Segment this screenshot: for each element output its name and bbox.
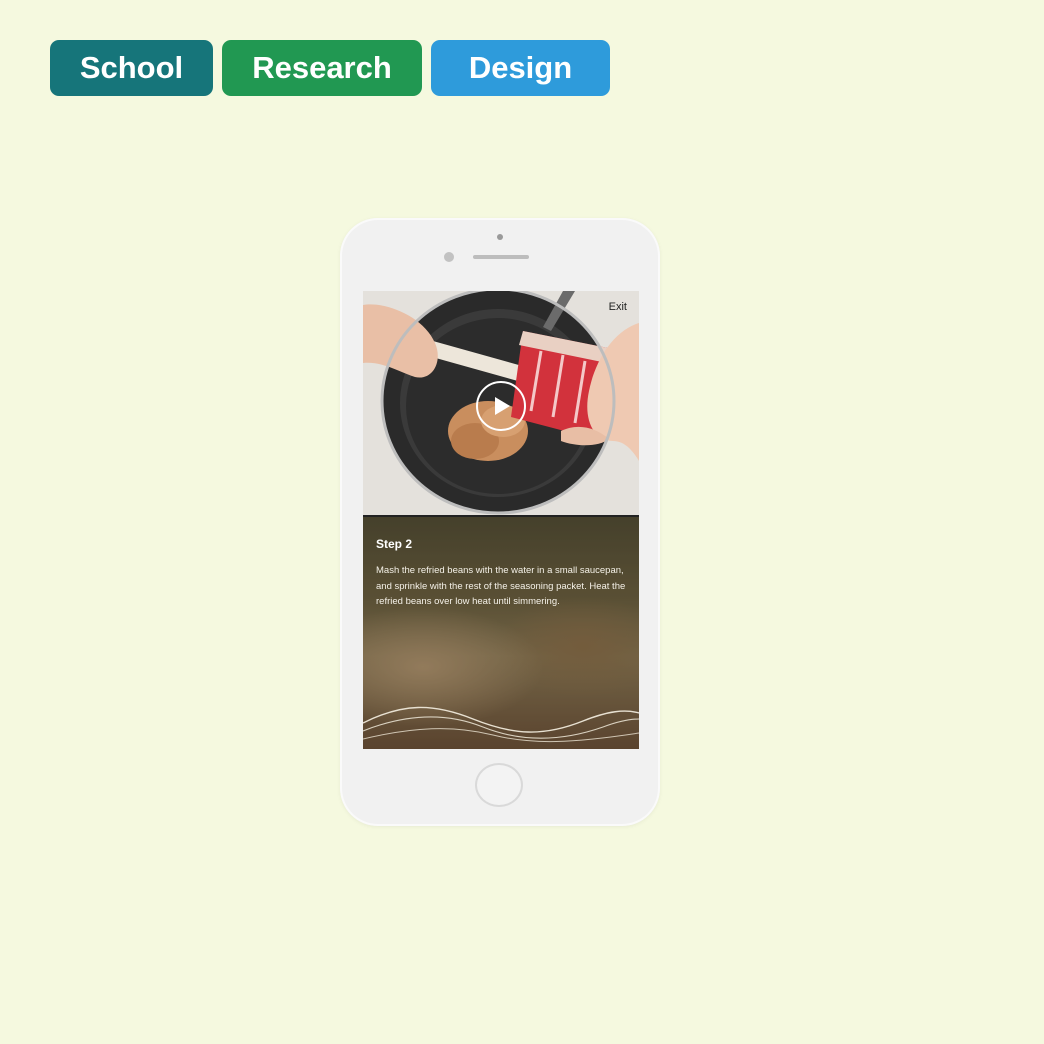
tag-design[interactable]: Design [431,40,610,96]
audio-wave-graphic [363,706,639,743]
tag-research[interactable]: Research [222,40,422,96]
phone-screen: Exit Step 2 Mash the refried beans with … [363,291,639,749]
sensor-dot [497,234,503,240]
home-button[interactable] [475,763,523,807]
step-title: Step 2 [376,537,413,551]
step-panel: Step 2 Mash the refried beans with the w… [363,517,639,749]
tag-school[interactable]: School [50,40,213,96]
exit-button[interactable]: Exit [609,301,627,313]
phone-mockup: Exit Step 2 Mash the refried beans with … [340,218,660,826]
play-button[interactable] [476,381,526,431]
step-description: Mash the refried beans with the water in… [376,565,626,607]
tag-row: School Research Design [50,40,610,96]
play-icon [495,397,510,415]
front-camera [444,252,454,262]
recipe-video[interactable]: Exit [363,291,639,515]
earpiece-speaker [473,255,529,259]
